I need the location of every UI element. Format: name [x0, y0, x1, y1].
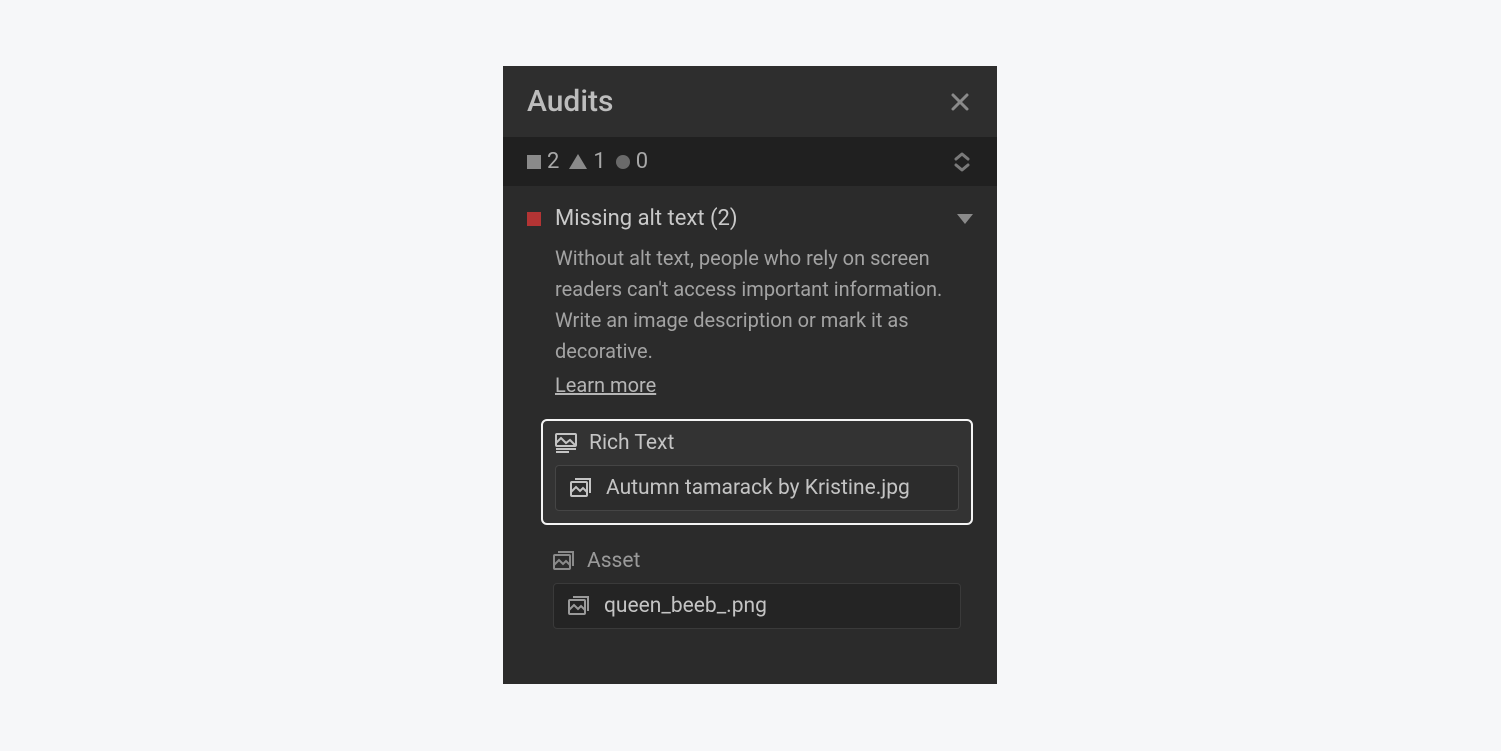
audit-heading-row[interactable]: Missing alt text (2): [527, 206, 973, 231]
image-asset-icon: [570, 478, 592, 498]
audit-group-asset: Asset queen_beeb_.png: [541, 539, 973, 641]
audit-body: Missing alt text (2) Without alt text, p…: [503, 186, 997, 679]
audit-item-file: Autumn tamarack by Kristine.jpg: [606, 476, 910, 500]
audit-item-file: queen_beeb_.png: [604, 594, 767, 618]
triangle-icon: [569, 154, 587, 169]
image-asset-icon: [568, 596, 590, 616]
warnings-count: 1: [593, 149, 605, 174]
error-severity-icon: [527, 212, 541, 226]
audit-heading-left: Missing alt text (2): [527, 206, 738, 231]
summary-bar: 2 1 0: [503, 137, 997, 186]
collapse-icon: [953, 152, 971, 172]
chevron-down-icon[interactable]: [957, 214, 973, 224]
group-label-text: Asset: [587, 549, 640, 573]
group-label-asset[interactable]: Asset: [553, 549, 961, 573]
audits-panel: Audits 2 1 0: [503, 66, 997, 684]
audit-item-row[interactable]: queen_beeb_.png: [553, 583, 961, 629]
panel-title: Audits: [527, 84, 613, 119]
summary-info[interactable]: 0: [616, 149, 648, 174]
square-icon: [527, 155, 541, 169]
learn-more-link[interactable]: Learn more: [555, 373, 656, 397]
panel-header: Audits: [503, 66, 997, 137]
asset-icon: [553, 551, 575, 571]
audit-title: Missing alt text (2): [555, 206, 738, 231]
group-label-text: Rich Text: [589, 431, 674, 455]
richtext-icon: [555, 433, 577, 453]
audit-group-richtext: Rich Text Autumn tamarack by Kristine.jp…: [541, 419, 973, 525]
audit-description: Without alt text, people who rely on scr…: [555, 243, 973, 367]
summary-warnings[interactable]: 1: [569, 149, 605, 174]
close-button[interactable]: [947, 89, 973, 115]
summary-counts: 2 1 0: [527, 149, 648, 174]
collapse-all-button[interactable]: [951, 151, 973, 173]
audit-item-row[interactable]: Autumn tamarack by Kristine.jpg: [555, 465, 959, 511]
close-icon: [949, 91, 971, 113]
circle-icon: [616, 155, 630, 169]
info-count: 0: [636, 149, 648, 174]
errors-count: 2: [547, 149, 559, 174]
summary-errors[interactable]: 2: [527, 149, 559, 174]
group-label-richtext[interactable]: Rich Text: [555, 431, 959, 455]
